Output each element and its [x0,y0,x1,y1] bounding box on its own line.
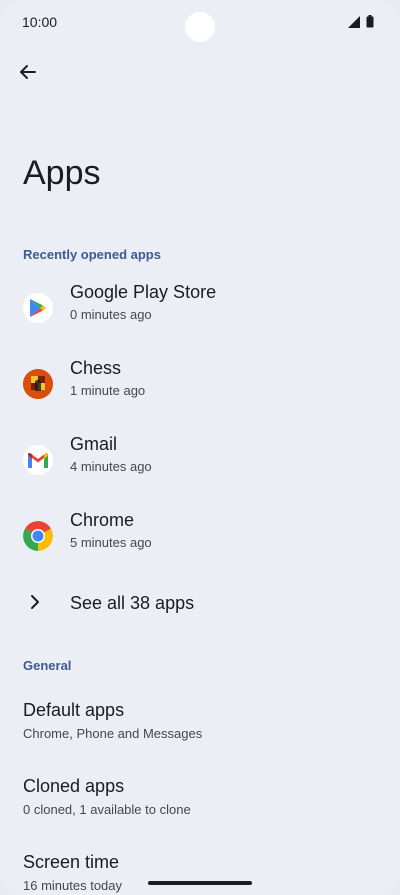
app-last-opened: 4 minutes ago [70,459,152,474]
recently-opened-header: Recently opened apps [23,247,161,262]
app-name: Chrome [70,510,135,530]
app-last-opened: 0 minutes ago [70,307,152,322]
app-row-gmail[interactable]: Gmail 4 minutes ago [0,430,400,490]
pref-summary: Chrome, Phone and Messages [23,726,203,741]
back-button[interactable] [12,58,44,90]
back-arrow-icon [18,62,38,87]
app-row-chess[interactable]: Chess 1 minute ago [0,354,400,414]
cloned-apps-item[interactable]: Cloned apps 0 cloned, 1 available to clo… [23,776,400,832]
app-last-opened: 1 minute ago [70,383,146,398]
settings-apps-screen: 10:00 Apps Recently opened apps Google P… [0,0,400,895]
pref-title: Default apps [23,700,125,720]
gesture-navigation-bar[interactable] [148,881,252,885]
chrome-icon [23,521,53,551]
battery-icon [366,15,374,33]
see-all-apps-button[interactable]: See all 38 apps [0,585,400,625]
app-text: Google Play Store 0 minutes ago [70,282,216,322]
signal-icon [348,15,360,33]
status-time: 10:00 [22,14,58,30]
gmail-icon [23,445,53,475]
app-name: Google Play Store [70,282,217,302]
page-title: Apps [23,154,101,192]
app-name: Gmail [70,434,118,454]
app-name: Chess [70,358,122,378]
general-header: General [23,658,72,673]
chess-icon [23,369,53,399]
app-text: Chrome 5 minutes ago [70,510,152,550]
chevron-right-icon [28,593,42,616]
default-apps-item[interactable]: Default apps Chrome, Phone and Messages [23,700,400,756]
camera-cutout [185,12,215,42]
pref-summary: 0 cloned, 1 available to clone [23,802,191,817]
app-text: Chess 1 minute ago [70,358,145,398]
pref-title: Screen time [23,852,120,872]
app-row-chrome[interactable]: Chrome 5 minutes ago [0,506,400,566]
screen-time-item[interactable]: Screen time 16 minutes today [23,852,400,895]
pref-title: Cloned apps [23,776,125,796]
app-text: Gmail 4 minutes ago [70,434,152,474]
see-all-label: See all 38 apps [70,593,195,613]
status-icons [348,15,374,33]
app-row-play-store[interactable]: Google Play Store 0 minutes ago [0,278,400,338]
status-bar: 10:00 [0,0,400,44]
app-last-opened: 5 minutes ago [70,535,152,550]
play-store-icon [23,293,53,323]
